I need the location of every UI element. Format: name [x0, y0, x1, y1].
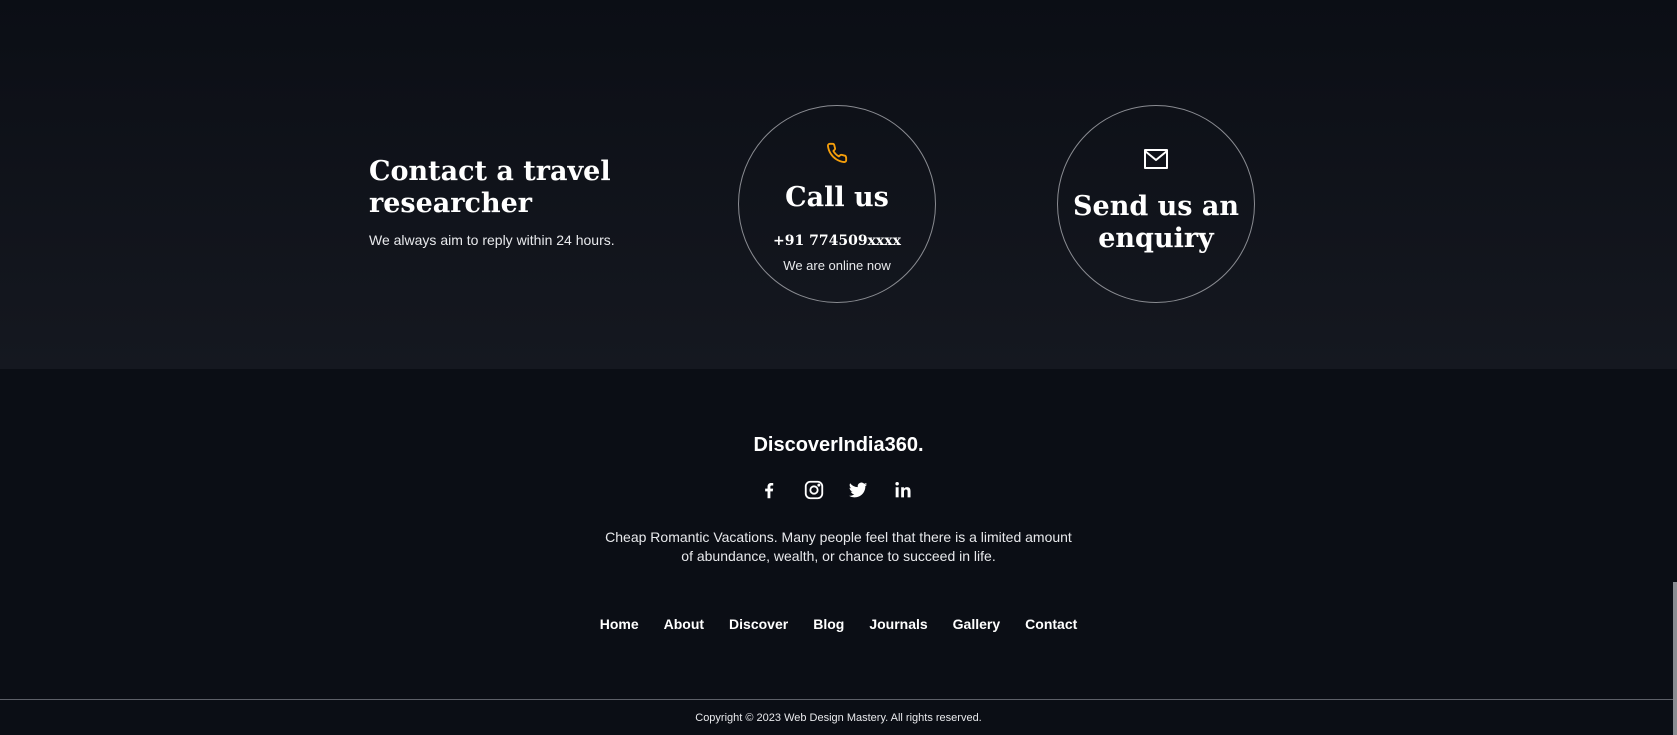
online-status: We are online now [783, 258, 891, 273]
phone-icon [826, 142, 848, 169]
phone-number[interactable]: +91 774509xxxx [739, 233, 935, 249]
contact-subtext: We always aim to reply within 24 hours. [369, 232, 615, 248]
footer-tagline: Cheap Romantic Vacations. Many people fe… [605, 529, 1072, 564]
social-links [758, 479, 914, 501]
facebook-icon[interactable] [758, 479, 780, 501]
footer-nav: Home About Discover Blog Journals Galler… [0, 616, 1677, 632]
nav-link-discover[interactable]: Discover [729, 616, 788, 632]
twitter-icon[interactable] [847, 479, 869, 501]
contact-heading: Contact a travel researcher [369, 156, 611, 219]
nav-link-gallery[interactable]: Gallery [953, 616, 1000, 632]
nav-link-home[interactable]: Home [600, 616, 639, 632]
call-us-card[interactable]: Call us +91 774509xxxx We are online now [738, 105, 936, 303]
contact-section: Contact a travel researcher We always ai… [0, 0, 1677, 369]
contact-intro: Contact a travel researcher We always ai… [369, 156, 669, 248]
mail-icon [1144, 149, 1168, 174]
footer-brand[interactable]: DiscoverIndia360. [0, 434, 1677, 457]
nav-link-about[interactable]: About [664, 616, 704, 632]
footer-divider [0, 699, 1677, 700]
linkedin-icon[interactable] [892, 479, 914, 501]
instagram-icon[interactable] [803, 479, 825, 501]
enquiry-title: Send us an enquiry [1073, 191, 1239, 254]
nav-link-journals[interactable]: Journals [869, 616, 927, 632]
page-scrollbar[interactable] [1673, 582, 1677, 735]
call-us-title: Call us [785, 182, 889, 213]
nav-link-contact[interactable]: Contact [1025, 616, 1077, 632]
send-enquiry-card[interactable]: Send us an enquiry [1057, 105, 1255, 303]
copyright-text: Copyright © 2023 Web Design Mastery. All… [695, 712, 982, 724]
nav-link-blog[interactable]: Blog [813, 616, 844, 632]
